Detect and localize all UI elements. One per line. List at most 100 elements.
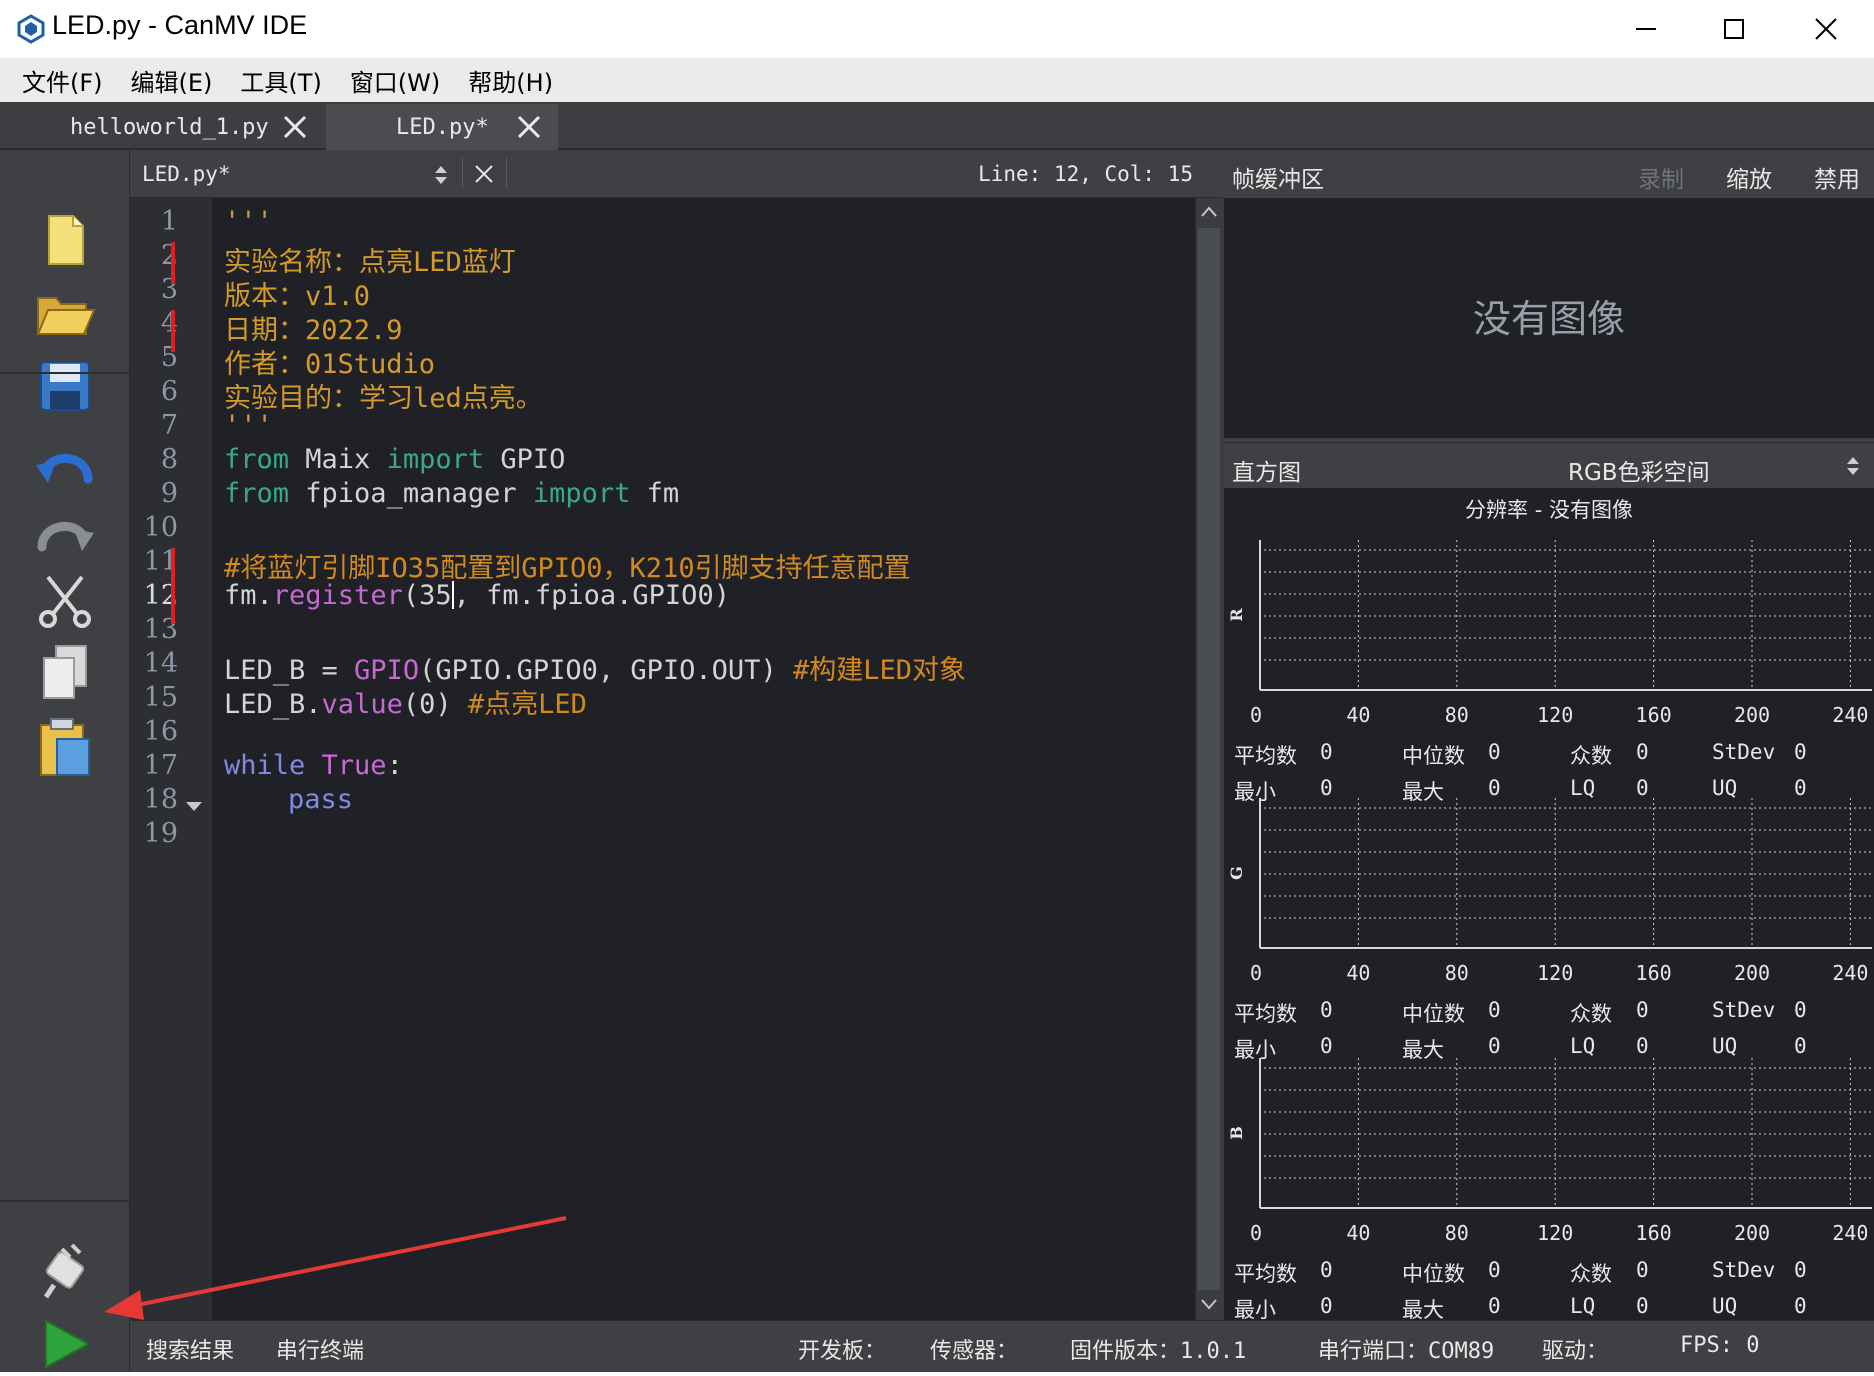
code-function: register [272,580,403,611]
x-tick-label: 0 [1250,703,1262,727]
code-line: LED_B.value(0) #点亮LED [224,682,587,721]
stat-uq-value: 0 [1794,1294,1807,1318]
file-switch-arrows-icon[interactable] [434,164,448,186]
close-tab-icon[interactable] [282,114,308,140]
new-file-button[interactable] [30,208,100,272]
stat-min-value: 0 [1320,1034,1333,1058]
code-line: ''' [224,206,273,237]
tab-bar: helloworld_1.py LED.py* [0,102,1874,150]
open-file-button[interactable] [30,282,100,346]
new-file-icon [48,215,84,265]
maximize-icon [1724,19,1744,39]
undo-button[interactable] [30,436,100,500]
stat-min-label: 最小 [1234,780,1276,804]
no-image-text: 没有图像 [1472,297,1625,341]
code-line: while True: [224,750,403,781]
histogram-header: 直方图 RGB色彩空间 [1224,442,1874,488]
close-tab-icon[interactable] [516,114,542,140]
stat-uq-label: UQ [1712,1294,1738,1318]
close-icon [1815,18,1837,40]
menu-window[interactable]: 窗口(W) [350,63,440,98]
line-number: 18 [143,784,178,815]
histogram-title: 直方图 [1232,460,1301,486]
stat-stdev-label: StDev [1712,1258,1776,1282]
maximize-button[interactable] [1688,0,1780,58]
x-tick-label: 0 [1250,1221,1262,1245]
line-number: 14 [143,648,178,679]
x-tick-label: 160 [1636,1221,1672,1245]
x-tick-label: 240 [1832,961,1868,985]
sensor-label: 传感器： [930,1339,1019,1364]
code-editor[interactable]: ''' 实验名称：点亮LED蓝灯 版本：v1.0 日期：2022.9 作者：01… [212,198,1195,1320]
save-button[interactable] [30,354,100,418]
stat-max-value: 0 [1488,1294,1501,1318]
stat-median-label: 中位数 [1402,744,1465,768]
modified-line-marker [171,242,175,284]
code-keyword: import [532,478,631,509]
code-constant: True [305,750,387,781]
fold-arrow-icon[interactable] [186,800,202,812]
colorspace-selector[interactable]: RGB色彩空间 [1568,453,1710,487]
connect-button[interactable] [30,1240,100,1304]
menu-bar: 文件(F) 编辑(E) 工具(T) 窗口(W) 帮助(H) [0,58,1874,102]
menu-file[interactable]: 文件(F) [22,63,103,98]
close-window-button[interactable] [1780,0,1872,58]
framebuffer-header: 帧缓冲区 录制 缩放 禁用 [1224,150,1874,198]
minimize-button[interactable] [1600,0,1692,58]
stat-lq-value: 0 [1636,1294,1649,1318]
stat-stdev-label: StDev [1712,998,1776,1022]
x-tick-label: 240 [1832,703,1868,727]
x-tick-label: 160 [1636,961,1672,985]
code-keyword: from [224,478,290,509]
menu-help[interactable]: 帮助(H) [468,63,553,98]
cut-icon [39,575,91,628]
zoom-button[interactable]: 缩放 [1726,160,1772,194]
stat-mode-value: 0 [1636,998,1649,1022]
line-number: 10 [143,512,178,543]
stat-mode-value: 0 [1636,740,1649,764]
paste-button[interactable] [30,716,100,780]
framebuffer-title: 帧缓冲区 [1232,167,1324,193]
editor-file-selector[interactable]: LED.py* [142,162,231,186]
scroll-down-icon[interactable] [1201,1298,1217,1310]
copy-button[interactable] [30,640,100,704]
serial-terminal-tab[interactable]: 串行终端 [276,1333,364,1365]
cut-button[interactable] [30,568,100,632]
x-tick-label: 80 [1445,703,1469,727]
tab-led[interactable]: LED.py* [326,104,558,150]
code-line: from Maix import GPIO [224,444,565,475]
stat-min-value: 0 [1320,1294,1333,1318]
menu-tools[interactable]: 工具(T) [240,63,321,98]
toolbar-divider [0,372,130,374]
line-number: 8 [160,444,178,475]
stat-max-label: 最大 [1402,780,1444,804]
code-token: Maix [289,444,387,475]
open-folder-icon [36,297,96,335]
tab-helloworld[interactable]: helloworld_1.py [0,104,326,150]
code-line: from fpioa_manager import fm [224,478,679,509]
redo-button[interactable] [30,504,100,568]
scroll-up-icon[interactable] [1201,206,1217,218]
search-results-tab[interactable]: 搜索结果 [146,1333,234,1365]
record-button[interactable]: 录制 [1638,160,1684,194]
code-line-current: fm.register(35, fm.fpioa.GPIO0) [224,580,730,611]
code-keyword: from [224,444,290,475]
code-token: , fm.fpioa.GPIO0) [453,580,730,611]
x-tick-label: 40 [1346,961,1370,985]
serial-port: 串行端口：COM89 [1318,1339,1495,1364]
paste-icon [40,718,90,776]
stat-mean-label: 平均数 [1234,744,1297,768]
scrollbar-thumb[interactable] [1198,228,1220,1290]
histogram-area: 分辨率 - 没有图像 R 0 40 80 120 160 200 240 G 0 40 80 120 16… [1224,488,1874,1322]
channel-label: B [1227,1126,1246,1140]
disable-button[interactable]: 禁用 [1814,160,1860,194]
colorspace-arrows-icon[interactable] [1846,455,1860,477]
window-title: LED.py - CanMV IDE [52,10,308,40]
tab-label: LED.py* [396,114,489,140]
status-bar: 搜索结果 串行终端 开发板： 传感器： 固件版本：1.0.1 串行端口：COM8… [130,1320,1874,1372]
menu-edit[interactable]: 编辑(E) [131,63,213,98]
close-editor-icon[interactable] [474,164,494,184]
x-tick-label: 80 [1445,1221,1469,1245]
run-button[interactable] [30,1312,100,1376]
line-number: 6 [160,376,178,407]
